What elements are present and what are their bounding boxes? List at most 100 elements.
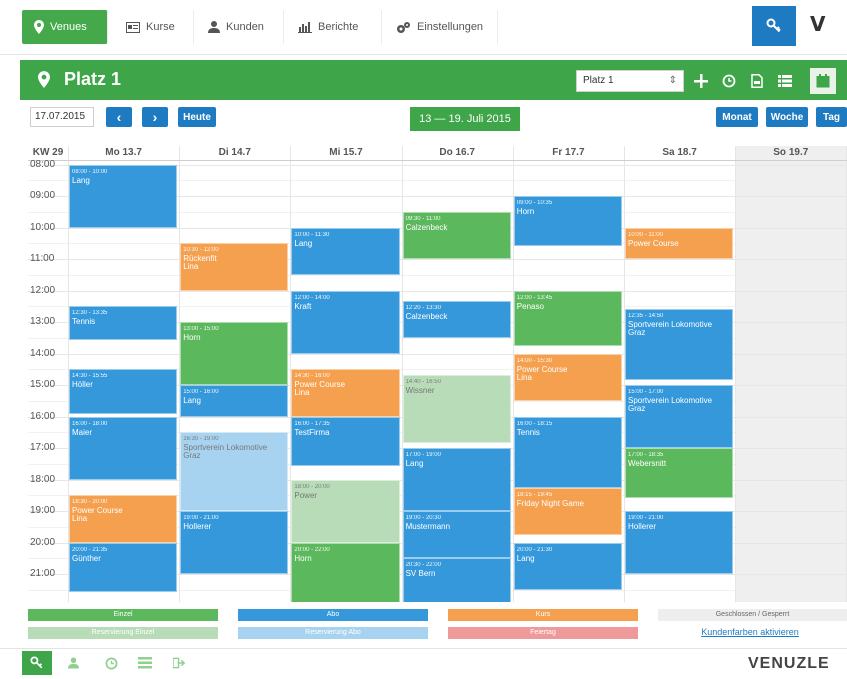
calendar-event[interactable]: 15:00 - 16:00 Lang xyxy=(180,385,289,417)
calendar-event[interactable]: 18:30 - 20:00 Power Course Lina xyxy=(69,495,178,543)
calendar-event[interactable]: 19:00 - 20:30 Mustermann xyxy=(402,511,511,559)
header-line xyxy=(28,160,847,161)
clock-icon xyxy=(105,657,117,669)
event-time: 20:30 - 22:00 xyxy=(405,562,441,569)
event-time: 14:30 - 16:00 xyxy=(294,373,330,380)
calendar-event[interactable]: 18:15 - 19:45 Friday Night Game xyxy=(513,487,622,535)
day-header: Mo 13.7 xyxy=(105,147,142,158)
customer-colors-link[interactable]: Kundenfarben aktivieren xyxy=(660,627,840,637)
calendar-event[interactable]: 16:00 - 18:00 Maier xyxy=(69,416,178,480)
date-field[interactable]: 17.07.2015 xyxy=(30,107,94,127)
calendar-event[interactable]: 16:30 - 19:00 Sportverein Lokomotive Graz xyxy=(180,432,289,512)
list-shortcut-button[interactable] xyxy=(134,652,156,674)
customers-shortcut-button[interactable] xyxy=(62,652,84,674)
calendar-event[interactable]: 20:00 - 22:00 Horn xyxy=(291,542,400,602)
tab-kurse[interactable]: Kurse xyxy=(114,10,194,44)
hour-label: 18:00 xyxy=(30,473,56,485)
person-icon xyxy=(67,657,79,669)
calendar-event[interactable]: 12:35 - 14:50 Sportverein Lokomotive Graz xyxy=(625,308,734,380)
list-icon xyxy=(138,657,152,669)
tab-einstellungen[interactable]: Einstellungen xyxy=(384,10,498,44)
calendar-event[interactable]: 14:30 - 15:55 Höller xyxy=(69,369,178,415)
history-shortcut-button[interactable] xyxy=(100,652,122,674)
logout-button[interactable] xyxy=(168,652,190,674)
calendar-event[interactable]: 09:00 - 10:35 Horn xyxy=(513,196,622,246)
event-time: 12:35 - 14:50 xyxy=(628,312,664,319)
calendar-event[interactable]: 13:00 - 15:00 Horn xyxy=(180,322,289,386)
calendar-event[interactable]: 19:00 - 21:00 Hollerer xyxy=(180,511,289,575)
tab-venues[interactable]: Venues xyxy=(22,10,108,44)
calendar-event[interactable]: 15:00 - 17:00 Sportverein Lokomotive Graz xyxy=(625,385,734,449)
calendar-event[interactable]: 14:40 - 16:50 Wissner xyxy=(402,374,511,443)
calendar-event[interactable]: 12:20 - 13:30 Calzenbeck xyxy=(402,301,511,338)
event-title: Mustermann xyxy=(405,522,451,532)
event-time: 19:00 - 20:30 xyxy=(405,515,441,522)
event-time: 10:00 - 11:30 xyxy=(294,231,330,238)
calendar-event[interactable]: 16:00 - 17:35 TestFirma xyxy=(291,416,400,467)
calendar-event[interactable]: 10:30 - 12:00 Rückenfit Lina xyxy=(180,243,289,291)
venues-shortcut-button[interactable] xyxy=(22,651,52,675)
day-view-button[interactable]: Tag xyxy=(816,107,847,127)
tab-berichte[interactable]: Berichte xyxy=(286,10,382,44)
event-time: 20:00 - 22:00 xyxy=(294,546,330,553)
event-title: TestFirma xyxy=(294,427,330,437)
calendar-event[interactable]: 14:00 - 15:30 Power Course Lina xyxy=(513,353,622,401)
event-title: Friday Night Game xyxy=(516,498,584,508)
today-button[interactable]: Heute xyxy=(178,107,216,127)
tab-label: Kurse xyxy=(146,21,175,33)
event-time: 16:00 - 17:35 xyxy=(294,420,330,427)
calendar-event[interactable]: 17:00 - 19:00 Lang xyxy=(402,448,511,512)
event-time: 12:00 - 13:45 xyxy=(516,294,553,301)
gears-icon xyxy=(397,21,410,33)
event-title: Penaso xyxy=(516,301,544,311)
hour-label: 10:00 xyxy=(30,221,56,233)
next-week-button[interactable]: › xyxy=(142,107,168,127)
calendar-event[interactable]: 12:00 - 14:00 Kraft xyxy=(291,290,400,354)
calendar-event[interactable]: 10:00 - 11:30 Lang xyxy=(291,227,400,275)
hour-label: 12:00 xyxy=(30,284,56,296)
pdf-button[interactable] xyxy=(744,68,770,94)
legend-abo-reservation: Reservierung Abo xyxy=(238,627,428,639)
week-view-button[interactable]: Woche xyxy=(766,107,808,127)
calendar-event[interactable]: 16:00 - 18:15 Tennis xyxy=(513,416,622,488)
list-view-button[interactable] xyxy=(772,68,798,94)
calendar-event[interactable]: 12:30 - 13:35 Tennis xyxy=(69,306,178,341)
calendar-event[interactable]: 14:30 - 16:00 Power Course Lina xyxy=(291,369,400,417)
add-button[interactable] xyxy=(688,68,714,94)
calendar-event[interactable]: 20:30 - 22:00 SV Bern xyxy=(402,558,511,602)
tab-kunden[interactable]: Kunden xyxy=(196,10,284,44)
legend-closed: Geschlossen / Gesperrt xyxy=(658,609,847,621)
calendar-event[interactable]: 09:30 - 11:00 Calzenbeck xyxy=(402,211,511,260)
day-header: Sa 18.7 xyxy=(662,147,697,158)
account-key-button[interactable] xyxy=(752,6,796,46)
clock-button[interactable] xyxy=(716,68,742,94)
event-time: 19:00 - 21:00 xyxy=(183,515,219,522)
calendar-view-button[interactable] xyxy=(810,68,836,94)
calendar-event[interactable]: 20:00 - 21:30 Lang xyxy=(513,542,622,590)
calendar-event[interactable]: 10:00 - 11:00 Power Course xyxy=(625,227,734,260)
calendar-event[interactable]: 20:00 - 21:35 Günther xyxy=(69,542,178,593)
event-title: Maier xyxy=(72,427,93,437)
event-title: Power xyxy=(294,490,318,500)
day-header: Fr 17.7 xyxy=(552,147,585,158)
event-time: 17:00 - 18:35 xyxy=(628,452,664,459)
app-logo[interactable]: V xyxy=(810,12,825,36)
court-select[interactable]: Platz 1 ⇕ xyxy=(576,70,684,92)
calendar-event[interactable]: 18:00 - 20:00 Power xyxy=(291,479,400,543)
select-arrows-icon: ⇕ xyxy=(668,75,677,86)
event-title: Lang xyxy=(294,238,313,248)
event-subtitle: Lina xyxy=(294,388,310,398)
event-time: 13:00 - 15:00 xyxy=(183,326,219,333)
hour-label: 09:00 xyxy=(30,190,56,202)
calendar-event[interactable]: 08:00 - 10:00 Lang xyxy=(69,164,178,228)
event-time: 19:00 - 21:00 xyxy=(628,515,664,522)
calendar-event[interactable]: 12:00 - 13:45 Penaso xyxy=(513,290,622,346)
tab-label: Venues xyxy=(50,21,87,33)
event-subtitle: Graz xyxy=(628,404,646,414)
calendar-event[interactable]: 19:00 - 21:00 Hollerer xyxy=(625,511,734,575)
month-view-button[interactable]: Monat xyxy=(716,107,758,127)
event-time: 10:00 - 11:00 xyxy=(628,231,663,238)
prev-week-button[interactable]: ‹ xyxy=(106,107,132,127)
calendar-event[interactable]: 17:00 - 18:35 Webersnitt xyxy=(625,448,734,498)
event-title: Lang xyxy=(72,175,90,185)
